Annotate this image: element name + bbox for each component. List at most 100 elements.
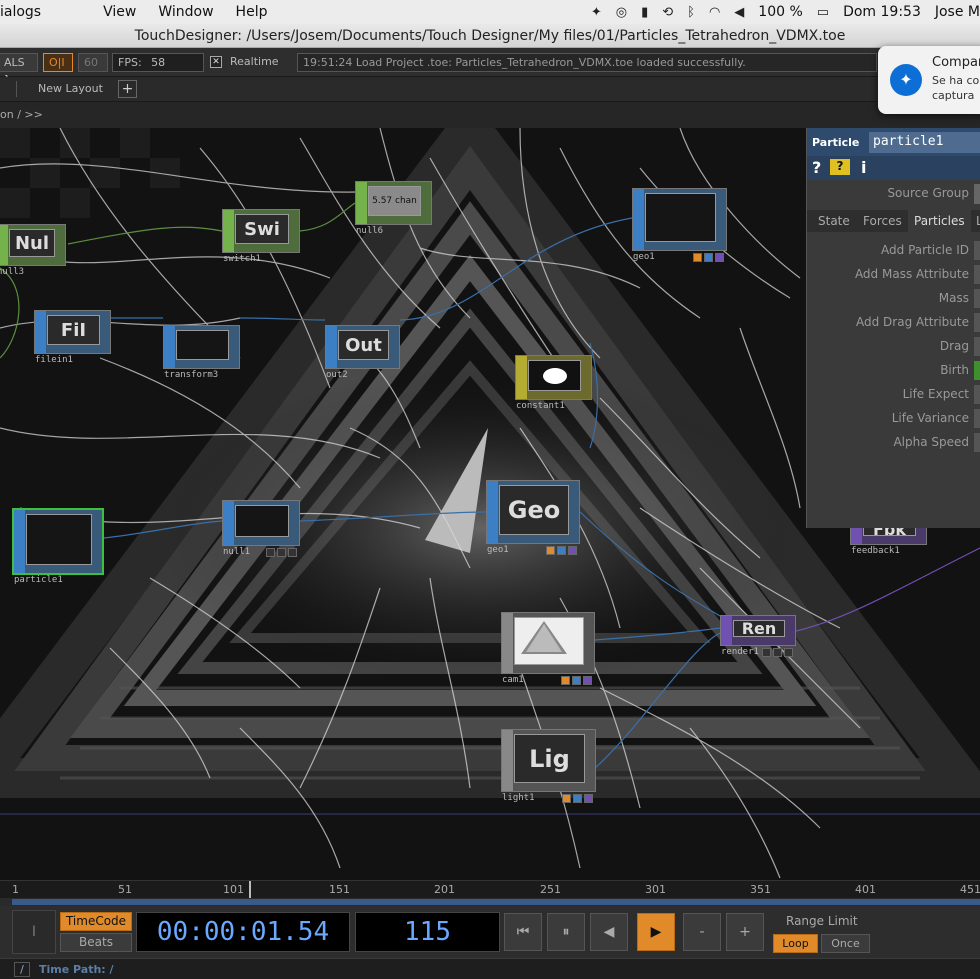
filein1-node[interactable]: FiI filein1 [34,310,111,365]
rewind-button[interactable]: ⏮ [504,913,542,951]
time-path-button[interactable]: / [14,962,30,977]
null1-node[interactable]: null1 [222,500,300,557]
node-label: particle1 [14,575,63,585]
tab-particles[interactable]: Particles [908,210,971,232]
param-value[interactable] [974,313,980,332]
node-flags[interactable] [546,546,577,555]
param-value[interactable] [974,385,980,404]
tab-more[interactable]: L [976,214,980,228]
playhead[interactable] [249,881,251,899]
node-label: feedback1 [851,546,900,556]
particle1-node[interactable]: particle1 [12,508,104,585]
clock[interactable]: Dom 19:53 [843,4,921,20]
node-label: transform3 [164,370,219,380]
tab-state[interactable]: State [818,214,850,228]
ruler-tick: 451 [960,883,980,896]
param-label: Add Particle ID [881,243,969,257]
geo1-node[interactable]: Geo geo1 [486,480,580,555]
menu-help[interactable]: Help [236,4,268,20]
constant1-node[interactable]: constant1 [515,355,592,411]
istat-icon[interactable]: ▮ [641,5,648,20]
light1-node[interactable]: Lig light1 [501,729,596,803]
render1-node[interactable]: Ren render1 [720,615,796,657]
timeline-ruler[interactable]: 1 51 101 151 201 251 301 351 401 451 [0,880,980,899]
add-layout-button[interactable]: + [118,80,137,98]
node-preview [528,360,581,391]
operator-name-field[interactable]: particle1 [869,132,980,153]
node-flags[interactable] [561,676,592,685]
new-layout-button[interactable]: New Layout [38,82,103,95]
volume-icon[interactable]: ◀ [734,5,744,20]
node-title: Out [338,330,389,360]
dropbox-notification[interactable]: ✦ Compar Se ha co captura [878,46,980,114]
param-value[interactable] [974,265,980,284]
creative-cloud-icon[interactable]: ◎ [616,5,627,20]
source-group-field[interactable] [974,184,980,204]
out2-node[interactable]: Out out2 [325,325,400,380]
node-flags[interactable] [266,548,297,557]
timeline-scrollbar[interactable] [0,898,980,906]
param-value[interactable] [974,409,980,428]
switch1-node[interactable]: Swi switch1 [222,209,300,264]
node-input-strip [487,481,498,543]
transform3-node[interactable]: transform3 [163,325,240,380]
param-value[interactable] [974,241,980,260]
param-label: Life Variance [891,411,969,425]
menu-view[interactable]: View [103,4,136,20]
node-title [26,514,92,565]
beats-toggle[interactable]: Beats [60,933,132,952]
step-plus-button[interactable]: + [726,913,764,951]
pause-button[interactable]: ⏸ [547,913,585,951]
node-title: Swi [235,214,289,244]
play-button[interactable]: ▶ [637,913,675,951]
frame-display[interactable]: 115 [355,912,500,952]
timecode-toggle[interactable]: TimeCode [60,912,132,931]
help-icon[interactable]: ? [812,158,821,177]
node-input-strip [14,510,25,573]
param-value[interactable] [974,337,980,356]
cam1-node[interactable]: cam1 [501,612,595,685]
timeline-settings-button[interactable]: I [12,910,56,954]
oi-button[interactable]: O|I [43,53,73,72]
node-input-strip [502,613,513,673]
dropbox-icon[interactable]: ✦ [591,5,602,20]
battery-icon[interactable]: ▭ [817,5,829,20]
param-value[interactable] [974,289,980,308]
once-toggle[interactable]: Once [821,934,870,953]
network-path[interactable]: on / >> [0,108,43,121]
param-row: Mass [807,287,980,311]
node-title [645,193,716,242]
wifi-icon[interactable]: ◠ [709,5,720,20]
tab-forces[interactable]: Forces [863,214,902,228]
als-button[interactable]: ALS ] [0,53,38,86]
step-minus-button[interactable]: - [683,913,721,951]
range-limit-label: Range Limit [786,914,858,928]
menu-window[interactable]: Window [158,4,213,20]
python-help-icon[interactable]: ? [830,159,850,175]
node-flags[interactable] [693,253,724,262]
timeline-range-bar[interactable] [12,899,980,905]
source-group-label: Source Group [887,186,969,200]
bluetooth-icon[interactable]: ᛒ [687,5,695,20]
top-toolbar: ALS ] O|I 60 FPS: 58 ✕ Realtime 19:51:24… [0,48,980,86]
layout-toolbar: New Layout + [0,77,980,102]
step-back-button[interactable]: ◀ [590,913,628,951]
loop-toggle[interactable]: Loop [773,934,818,953]
node-flags[interactable] [562,794,593,803]
null3-node[interactable]: Nul null3 [0,224,66,277]
info-icon[interactable]: i [861,158,866,177]
panel-icon-bar: ? ? i [807,156,980,180]
menu-dialogs[interactable]: ialogs [0,4,41,20]
time-display[interactable]: 00:00:01.54 [136,912,350,952]
geo1-top-node[interactable]: geo1 [632,188,727,262]
node-flags[interactable] [762,648,793,657]
null6-node[interactable]: 5.57 chan null6 [355,181,432,236]
param-value[interactable] [974,361,980,380]
time-machine-icon[interactable]: ⟲ [662,5,673,20]
user-name[interactable]: Jose M [935,4,980,20]
realtime-checkbox[interactable]: ✕ [210,56,222,68]
fps-target-field[interactable]: 60 [78,53,108,72]
node-title: FiI [47,315,100,345]
ruler-tick: 51 [118,883,132,896]
param-value[interactable] [974,433,980,452]
